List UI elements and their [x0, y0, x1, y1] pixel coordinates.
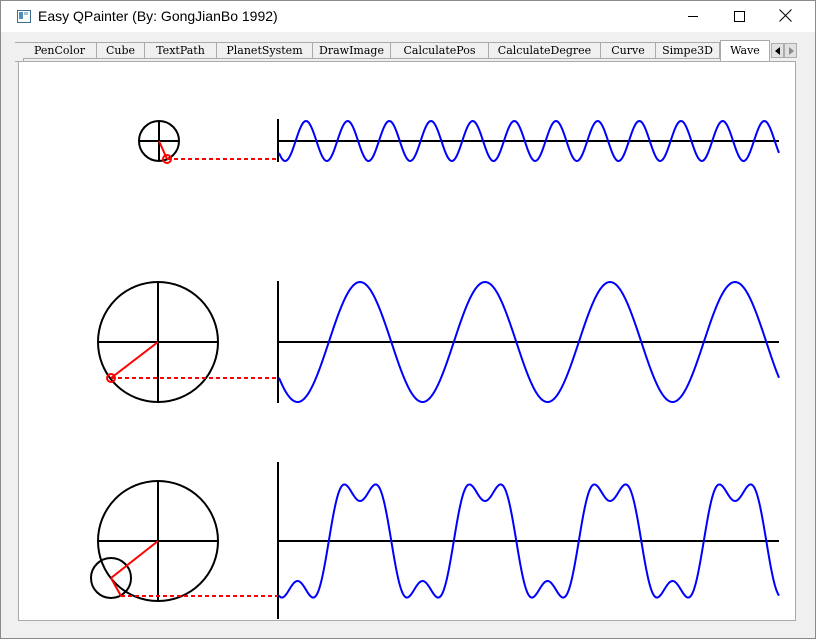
tab-drawimage[interactable]: DrawImage: [313, 42, 391, 59]
tab-calculatedegree[interactable]: CalculateDegree: [489, 42, 601, 59]
wave-row-sine-with-harmonic: [90, 462, 780, 619]
maximize-icon: [734, 11, 745, 22]
wave-row-large-sine: [97, 280, 780, 403]
tab-simpe3d[interactable]: Simpe3D: [656, 42, 720, 59]
wave-panel: [18, 61, 796, 621]
tab-calculatepos[interactable]: CalculatePos: [391, 42, 489, 59]
app-window-icon: [17, 10, 31, 23]
tab-curve[interactable]: Curve: [601, 42, 656, 59]
title-bar[interactable]: Easy QPainter (By: GongJianBo 1992): [1, 1, 815, 32]
minimize-button[interactable]: [670, 1, 716, 32]
arrow-left-icon[interactable]: [771, 43, 784, 58]
close-button[interactable]: [762, 1, 808, 32]
arrow-right-icon[interactable]: [784, 43, 797, 58]
tab-pencolor[interactable]: PenColor: [23, 42, 97, 59]
tab-wave[interactable]: Wave: [720, 40, 770, 61]
radius-line: [110, 341, 159, 379]
window-title: Easy QPainter (By: GongJianBo 1992): [38, 8, 278, 24]
tab-bar: PenColor Cube TextPath PlanetSystem Draw…: [15, 40, 799, 62]
tab-planetsystem[interactable]: PlanetSystem: [217, 42, 313, 59]
app-window: Easy QPainter (By: GongJianBo 1992) PenC…: [0, 0, 816, 639]
minimize-icon: [688, 16, 698, 17]
wave-canvas: [90, 119, 780, 619]
tab-textpath[interactable]: TextPath: [145, 42, 217, 59]
close-icon: [779, 9, 792, 22]
maximize-button[interactable]: [716, 1, 762, 32]
tab-cube[interactable]: Cube: [97, 42, 145, 59]
wave-row-small-sine: [138, 119, 780, 164]
